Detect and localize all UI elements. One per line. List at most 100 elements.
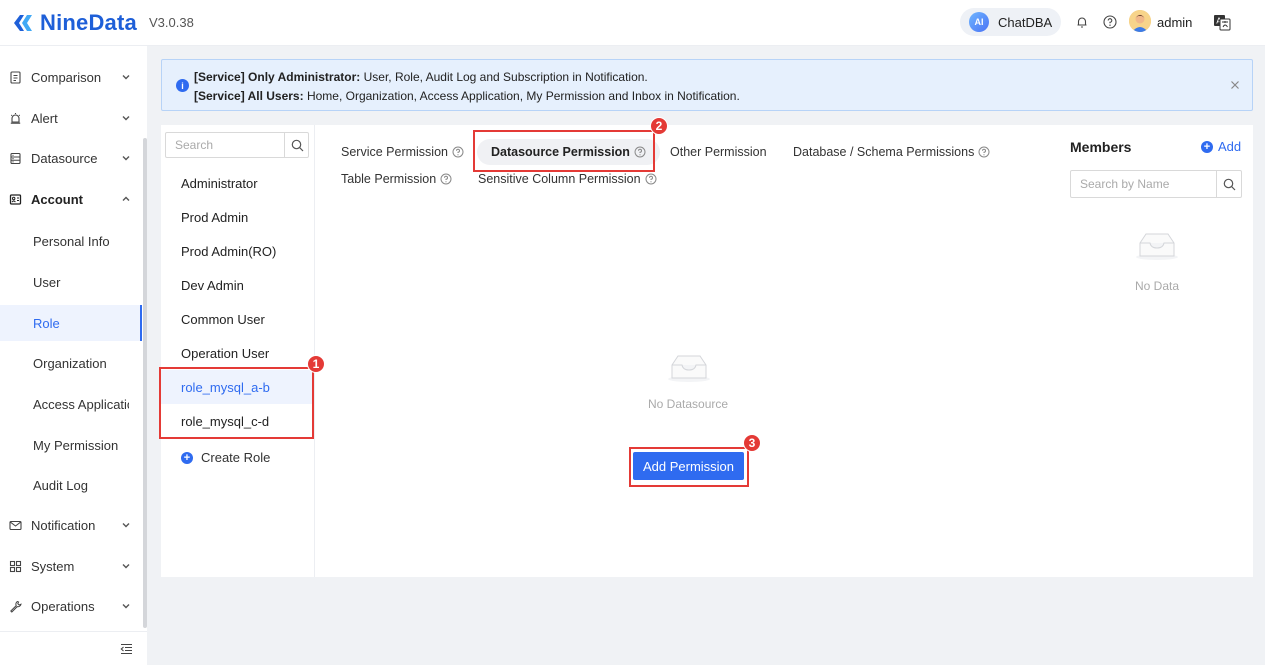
create-role-label: Create Role bbox=[201, 450, 271, 465]
tab-table-permission[interactable]: Table Permission bbox=[341, 172, 452, 186]
tab-label: Other Permission bbox=[670, 145, 767, 159]
empty-inbox-icon bbox=[1136, 233, 1178, 260]
alert-icon bbox=[10, 112, 21, 124]
role-item-operation-user[interactable]: Operation User bbox=[161, 336, 314, 370]
sidebar-subitem-label: Organization bbox=[33, 355, 107, 371]
annotation-number-1: 1 bbox=[307, 355, 325, 373]
add-member-button[interactable]: + Add bbox=[1201, 139, 1241, 154]
sidebar-subitem-my-permission[interactable]: My Permission bbox=[0, 427, 142, 463]
member-search-button[interactable] bbox=[1216, 171, 1242, 197]
active-indicator bbox=[140, 305, 142, 341]
chatdba-button[interactable]: AI ChatDBA bbox=[960, 8, 1061, 36]
sidebar-item-label: Notification bbox=[31, 517, 96, 533]
info-icon: i bbox=[176, 79, 189, 92]
role-item-prod-admin[interactable]: Prod Admin bbox=[161, 200, 314, 234]
tab-label: Sensitive Column Permission bbox=[478, 172, 641, 186]
user-avatar[interactable] bbox=[1129, 10, 1151, 32]
tab-label: Table Permission bbox=[341, 172, 437, 186]
annotation-number-2: 2 bbox=[650, 117, 668, 135]
annotation-number-3: 3 bbox=[743, 434, 761, 452]
chevron-down-icon bbox=[122, 116, 130, 121]
chevron-down-icon bbox=[122, 156, 130, 161]
sidebar-subitem-label: Access Application bbox=[33, 396, 129, 412]
sidebar-item-account[interactable]: Account bbox=[0, 180, 140, 218]
tab-database-schema-permissions[interactable]: Database / Schema Permissions bbox=[793, 145, 990, 159]
sidebar-subitem-personal-info[interactable]: Personal Info bbox=[0, 223, 142, 259]
account-icon bbox=[9, 193, 22, 205]
members-title: Members bbox=[1070, 139, 1132, 155]
tab-other-permission[interactable]: Other Permission bbox=[670, 145, 767, 159]
search-icon bbox=[291, 139, 303, 151]
role-label: Administrator bbox=[181, 175, 258, 191]
notice-text-all-users: Home, Organization, Access Application, … bbox=[303, 89, 740, 103]
help-icon bbox=[645, 173, 657, 185]
role-label: Dev Admin bbox=[181, 277, 244, 293]
mail-icon bbox=[9, 520, 22, 530]
role-list: Administrator Prod Admin Prod Admin(RO) … bbox=[161, 125, 315, 577]
sidebar-item-label: System bbox=[31, 558, 75, 574]
collapse-menu-icon[interactable] bbox=[120, 643, 133, 655]
sidebar-subitem-role[interactable]: Role bbox=[0, 305, 142, 341]
member-search-input[interactable] bbox=[1071, 171, 1216, 197]
sidebar-subitem-label: Personal Info bbox=[33, 233, 110, 249]
help-icon bbox=[440, 173, 452, 185]
wrench-icon bbox=[10, 600, 22, 613]
chevron-down-icon bbox=[122, 523, 130, 528]
tab-label: Service Permission bbox=[341, 145, 448, 159]
sidebar-subitem-label: Role bbox=[33, 315, 60, 331]
sidebar-item-alert[interactable]: Alert bbox=[0, 99, 140, 137]
sidebar-subitem-label: My Permission bbox=[33, 437, 119, 453]
role-search-input[interactable] bbox=[166, 133, 284, 157]
add-member-label: Add bbox=[1218, 139, 1242, 154]
notice-label-admin: [Service] Only Administrator: bbox=[194, 70, 361, 84]
plus-icon: + bbox=[181, 451, 193, 464]
sidebar-scrollbar[interactable] bbox=[143, 138, 147, 628]
close-icon[interactable] bbox=[1229, 79, 1241, 91]
avatar-icon bbox=[1129, 10, 1151, 32]
plus-icon: + bbox=[1201, 140, 1213, 153]
sidebar-subitem-audit-log[interactable]: Audit Log bbox=[0, 467, 142, 503]
brand-logo[interactable]: NineData bbox=[11, 10, 137, 36]
chevron-down-icon bbox=[122, 604, 130, 609]
notice-label-all-users: [Service] All Users: bbox=[194, 89, 304, 103]
sidebar-item-label: Alert bbox=[31, 110, 58, 126]
sidebar-item-system[interactable]: System bbox=[0, 547, 140, 585]
user-name[interactable]: admin bbox=[1157, 15, 1192, 30]
role-label: Common User bbox=[181, 311, 265, 327]
role-label: Prod Admin bbox=[181, 209, 249, 225]
tab-label: Database / Schema Permissions bbox=[793, 145, 975, 159]
chevron-down-icon bbox=[122, 564, 130, 569]
role-item-dev-admin[interactable]: Dev Admin bbox=[161, 268, 314, 302]
language-icon[interactable]: A bbox=[1213, 14, 1231, 31]
bell-icon[interactable] bbox=[1075, 15, 1089, 29]
create-role-button[interactable]: + Create Role bbox=[181, 450, 270, 465]
sidebar-subitem-label: User bbox=[33, 274, 61, 290]
role-item-prod-admin-ro[interactable]: Prod Admin(RO) bbox=[161, 234, 314, 268]
empty-datasource-text: No Datasource bbox=[648, 397, 729, 411]
info-notice: i [Service] Only Administrator: User, Ro… bbox=[161, 59, 1253, 111]
sidebar-item-comparison[interactable]: Comparison bbox=[0, 58, 140, 96]
role-item-administrator[interactable]: Administrator bbox=[161, 166, 314, 200]
help-icon[interactable] bbox=[1103, 15, 1117, 29]
sidebar-subitem-user[interactable]: User bbox=[0, 264, 142, 300]
sidebar-item-operations[interactable]: Operations bbox=[0, 587, 140, 625]
grid-icon bbox=[9, 560, 22, 572]
sidebar-subitem-organization[interactable]: Organization bbox=[0, 345, 142, 381]
role-search-button[interactable] bbox=[284, 133, 309, 157]
sidebar-item-datasource[interactable]: Datasource bbox=[0, 139, 140, 177]
notice-text-admin: User, Role, Audit Log and Subscription i… bbox=[360, 70, 648, 84]
brand-name: NineData bbox=[40, 10, 137, 35]
role-item-common-user[interactable]: Common User bbox=[161, 302, 314, 336]
sidebar-item-label: Account bbox=[31, 191, 83, 207]
datasource-icon bbox=[10, 152, 21, 164]
annotation-box-tab bbox=[473, 130, 655, 172]
tab-service-permission[interactable]: Service Permission bbox=[341, 145, 464, 159]
tab-sensitive-column-permission[interactable]: Sensitive Column Permission bbox=[478, 172, 657, 186]
role-label: Prod Admin(RO) bbox=[181, 243, 277, 259]
top-header: NineData V3.0.38 AI ChatDBA admin A bbox=[0, 0, 1265, 46]
comparison-icon bbox=[10, 70, 21, 84]
member-search bbox=[1070, 170, 1242, 198]
empty-inbox-icon bbox=[668, 355, 710, 382]
sidebar-item-notification[interactable]: Notification bbox=[0, 506, 140, 544]
sidebar-subitem-access-application[interactable]: Access Application bbox=[0, 386, 142, 422]
